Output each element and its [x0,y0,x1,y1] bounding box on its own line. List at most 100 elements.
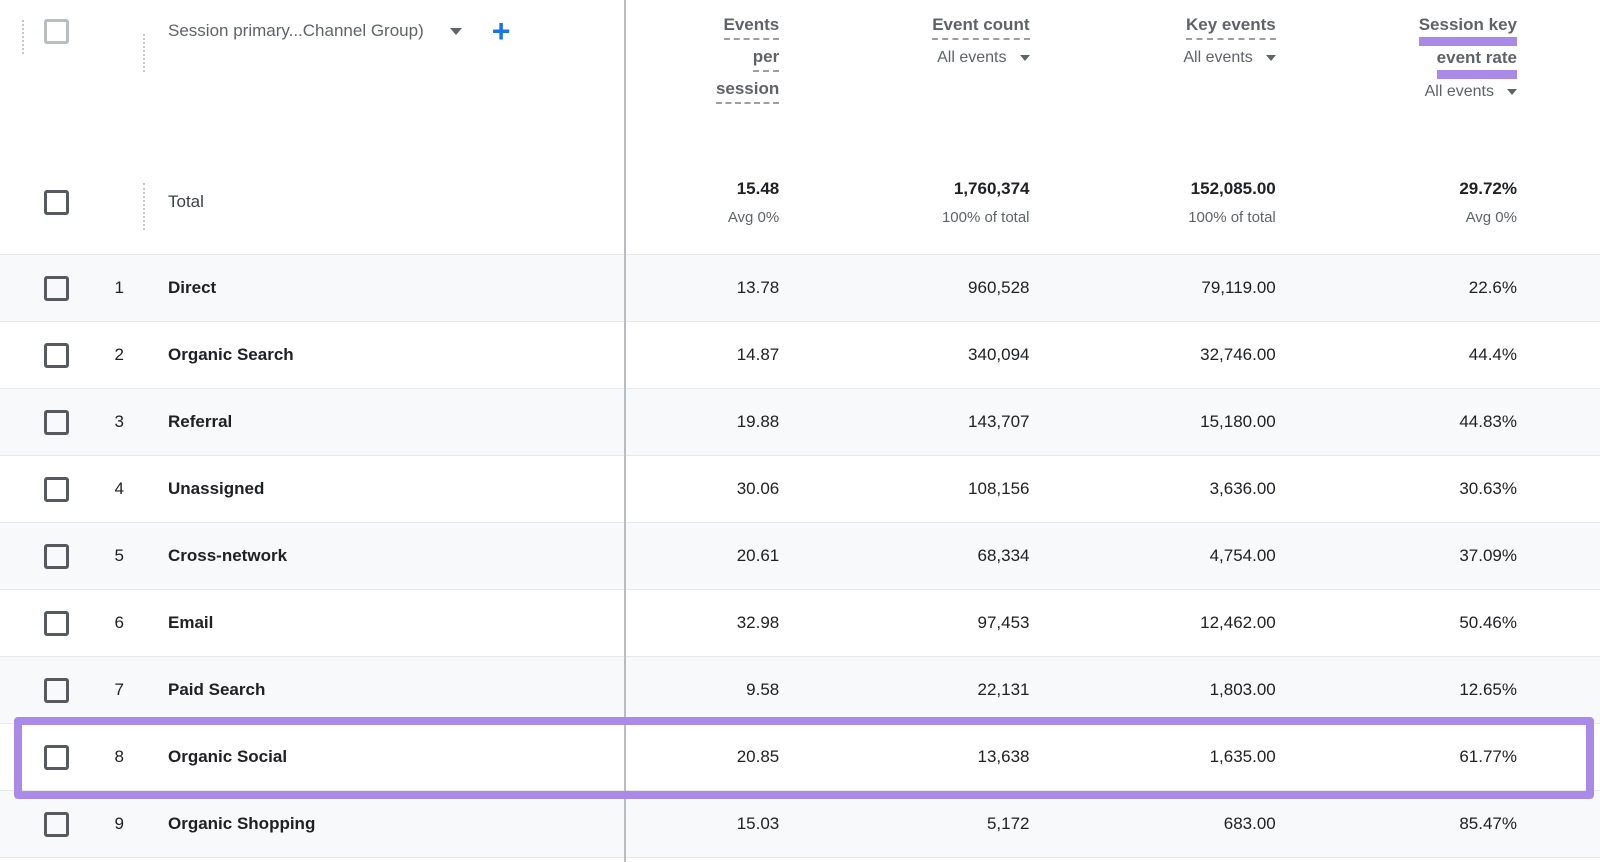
channel-name: Unassigned [168,479,264,499]
row-checkbox[interactable] [44,745,69,770]
dimension-header: Session primary...Channel Group) + [0,0,626,62]
event-filter-dropdown[interactable]: All events [876,49,1029,67]
event-count-value: 960,528 [876,278,1122,298]
chevron-down-icon [1266,55,1276,61]
event-filter-dropdown[interactable]: All events [1364,83,1517,101]
row-index: 9 [69,814,124,834]
session-key-event-rate-value: 61.77% [1364,747,1600,767]
chevron-down-icon [450,28,462,35]
events-per-session-value: 30.06 [626,479,876,499]
total-label: Total [168,192,204,212]
event-count-value: 68,334 [876,546,1122,566]
add-dimension-icon[interactable]: + [492,20,511,42]
table-row: 6 Email 32.98 97,453 12,462.00 50.46% [0,590,1600,657]
column-header-line: per [753,46,779,72]
events-per-session-value: 14.87 [626,345,876,365]
dimension-header-dropdown[interactable]: Session primary...Channel Group) [168,21,462,41]
key-events-value: 4,754.00 [1123,546,1364,566]
channel-name: Organic Social [168,747,287,767]
event-count-value: 13,638 [876,747,1122,767]
table-row-highlighted: 8 Organic Social 20.85 13,638 1,635.00 6… [0,724,1600,791]
metrics-header: Events per session Event count All event… [626,0,1600,150]
key-events-value: 3,636.00 [1123,479,1364,499]
event-count-value: 22,131 [876,680,1122,700]
session-key-event-rate-value: 30.63% [1364,479,1600,499]
total-sub-label: 100% of total [1123,209,1276,226]
column-header-events-per-session[interactable]: Events per session [626,14,876,150]
column-header-line: Events [724,14,780,40]
event-filter-label: All events [1183,49,1252,67]
table-header: Session primary...Channel Group) + Event… [0,0,1600,150]
session-key-event-rate-value: 12.65% [1364,680,1600,700]
events-per-session-value: 13.78 [626,278,876,298]
total-sub-label: 100% of total [876,209,1029,226]
column-header-line: Key events [1186,14,1276,40]
row-checkbox[interactable] [44,611,69,636]
event-filter-dropdown[interactable]: All events [1123,49,1276,67]
total-sub-label: Avg 0% [1364,209,1517,226]
key-events-value: 15,180.00 [1123,412,1364,432]
row-checkbox[interactable] [44,812,69,837]
total-events-per-session: 15.48 [626,179,779,199]
event-count-value: 97,453 [876,613,1122,633]
event-count-value: 5,172 [876,814,1122,834]
key-events-value: 32,746.00 [1123,345,1364,365]
table-row: 9 Organic Shopping 15.03 5,172 683.00 85… [0,791,1600,858]
row-index: 5 [69,546,124,566]
row-checkbox[interactable] [44,276,69,301]
column-header-line: session [716,78,779,104]
dimension-header-label: Session primary...Channel Group) [168,21,424,41]
table-row: 5 Cross-network 20.61 68,334 4,754.00 37… [0,523,1600,590]
key-events-value: 683.00 [1123,814,1364,834]
channel-name: Email [168,613,213,633]
events-per-session-value: 9.58 [626,680,876,700]
column-header-session-key-event-rate[interactable]: Session key event rate All events [1364,14,1600,150]
session-key-event-rate-value: 50.46% [1364,613,1600,633]
events-per-session-value: 19.88 [626,412,876,432]
row-checkbox[interactable] [44,190,69,215]
row-checkbox[interactable] [44,410,69,435]
table-row: 7 Paid Search 9.58 22,131 1,803.00 12.65… [0,657,1600,724]
events-per-session-value: 32.98 [626,613,876,633]
session-key-event-rate-value: 44.83% [1364,412,1600,432]
analytics-channels-table: Session primary...Channel Group) + Event… [0,0,1600,862]
row-checkbox[interactable] [44,544,69,569]
column-header-event-count[interactable]: Event count All events [876,14,1122,150]
table-row: 2 Organic Search 14.87 340,094 32,746.00… [0,322,1600,389]
events-per-session-value: 15.03 [626,814,876,834]
column-resize-handle[interactable] [143,183,145,230]
row-index: 8 [69,747,124,767]
chevron-down-icon [1020,55,1030,61]
row-checkbox[interactable] [44,343,69,368]
total-sub-label: Avg 0% [626,209,779,226]
column-header-line: Event count [932,14,1029,40]
row-checkbox[interactable] [44,477,69,502]
total-row: Total 15.48 Avg 0% 1,760,374 100% of total… [0,150,1600,255]
chevron-down-icon [1507,89,1517,95]
column-header-line-highlighted: event rate [1437,47,1517,79]
row-index: 6 [69,613,124,633]
event-count-value: 143,707 [876,412,1122,432]
session-key-event-rate-value: 44.4% [1364,345,1600,365]
pane-divider [624,0,626,862]
key-events-value: 1,803.00 [1123,680,1364,700]
session-key-event-rate-value: 85.47% [1364,814,1600,834]
column-header-key-events[interactable]: Key events All events [1123,14,1364,150]
row-checkbox[interactable] [44,678,69,703]
column-resize-handle[interactable] [143,34,145,72]
column-resize-handle[interactable] [22,20,24,54]
key-events-value: 1,635.00 [1123,747,1364,767]
table-row: 1 Direct 13.78 960,528 79,119.00 22.6% [0,255,1600,322]
total-event-count: 1,760,374 [876,179,1029,199]
table-row: 3 Referral 19.88 143,707 15,180.00 44.83… [0,389,1600,456]
event-filter-label: All events [1425,83,1494,101]
key-events-value: 79,119.00 [1123,278,1364,298]
channel-name: Direct [168,278,216,298]
key-events-value: 12,462.00 [1123,613,1364,633]
event-count-value: 108,156 [876,479,1122,499]
row-index: 1 [69,278,124,298]
select-all-checkbox[interactable] [44,19,69,44]
row-index: 7 [69,680,124,700]
session-key-event-rate-value: 22.6% [1364,278,1600,298]
table-row: 4 Unassigned 30.06 108,156 3,636.00 30.6… [0,456,1600,523]
